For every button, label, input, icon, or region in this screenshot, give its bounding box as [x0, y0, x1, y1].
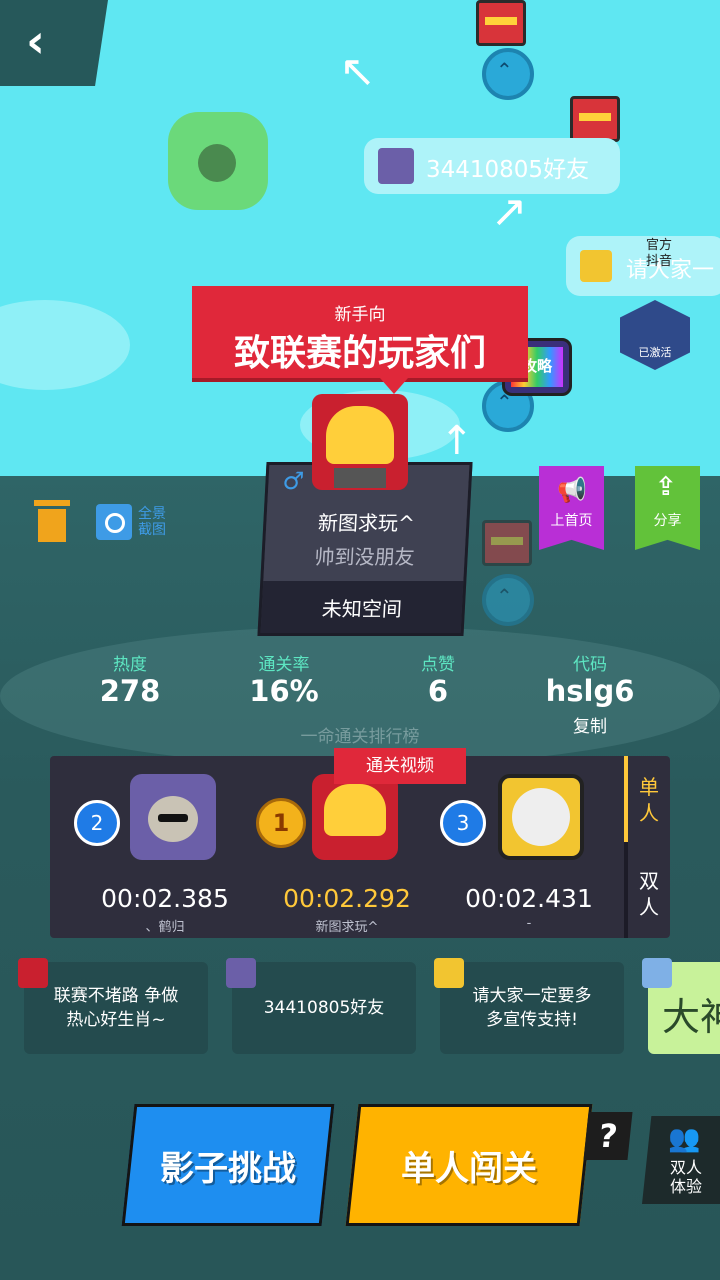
clear-video-button[interactable]: 通关视频: [334, 748, 466, 784]
player-avatar[interactable]: [130, 774, 216, 860]
bush-enemy: [168, 112, 268, 210]
camera-icon[interactable]: [96, 504, 132, 540]
tnt-box-icon: [570, 96, 620, 142]
avatar: [642, 958, 672, 988]
duo-trial-label: 双人 体验: [669, 1158, 702, 1196]
rank-player-name: -: [526, 916, 532, 931]
banner-subtitle: 新手向: [334, 305, 386, 325]
comment-card[interactable]: 联赛不堵路 争做 热心好生肖~: [24, 962, 208, 1054]
level-location: 未知空间: [321, 597, 403, 621]
homepage-button[interactable]: 📢 上首页: [539, 466, 604, 550]
stat-like-value[interactable]: 6: [388, 674, 488, 708]
banner-title: 致联赛的玩家们: [233, 333, 486, 374]
rank-badge: 3: [440, 800, 486, 846]
banner-pointer: [380, 378, 408, 394]
comment-card[interactable]: 请大家一定要多 多宣传支持!: [440, 962, 624, 1054]
official-bubble[interactable]: 请大家一 官方 抖音: [566, 236, 720, 296]
leaderboard-panel: 2 00:02.385 、鹤归 1 通关视频 00:02.292 新图求玩^ 3…: [50, 748, 670, 938]
avatar: [434, 958, 464, 988]
level-title-banner: 新手向 致联赛的玩家们: [192, 286, 528, 378]
megaphone-icon: 📢: [557, 476, 587, 504]
rank-time: 00:02.385: [101, 884, 229, 913]
map-pin-icon: ⌃: [482, 574, 534, 626]
activated-label: 已激活: [638, 346, 672, 359]
stat-pass-value: 16%: [249, 674, 319, 708]
back-button[interactable]: ‹: [0, 0, 108, 86]
rank-player-name: 新图求玩^: [315, 920, 379, 935]
share-button[interactable]: ⇪ 分享: [635, 466, 700, 550]
share-label: 分享: [653, 513, 682, 529]
panorama-label[interactable]: 全景 截图: [138, 506, 166, 538]
male-icon: ♂: [281, 467, 305, 495]
avatar: [378, 148, 414, 184]
help-button[interactable]: ?: [583, 1112, 633, 1160]
official-label: 官方 抖音: [646, 238, 673, 269]
shadow-challenge-label: 影子挑战: [160, 1148, 296, 1189]
stat-pass-label: 通关率: [258, 655, 310, 675]
player-avatar[interactable]: [498, 774, 584, 860]
friend-bubble[interactable]: 34410805好友: [364, 138, 620, 194]
arrow-up-left-icon: ↑: [327, 42, 390, 105]
rank-time: 00:02.292: [283, 884, 411, 913]
tab-single[interactable]: 单人: [634, 774, 664, 826]
share-icon: ⇪: [655, 472, 677, 502]
gold-rank-badge: 1: [256, 798, 306, 848]
active-tab-indicator: [624, 756, 628, 842]
player-avatar[interactable]: [312, 774, 398, 860]
stat-heat-value: 278: [99, 674, 161, 708]
stat-code-label: 代码: [573, 655, 607, 675]
two-people-icon: 👥: [668, 1124, 701, 1154]
avatar: [580, 250, 612, 282]
stat-code-value: hslg6: [545, 674, 635, 708]
homepage-label: 上首页: [550, 513, 593, 529]
spiral-face-icon: [198, 144, 236, 182]
map-pin-icon[interactable]: ⌃: [482, 48, 534, 100]
single-play-button[interactable]: 单人闯关: [345, 1104, 593, 1226]
author-avatar: [312, 394, 408, 490]
copy-code-link[interactable]: 复制: [540, 712, 640, 737]
avatar: [18, 958, 48, 988]
tnt-box-icon: [482, 520, 532, 566]
rank-player-name: 、鹤归: [145, 920, 185, 935]
avatar: [226, 958, 256, 988]
rank-badge: 2: [74, 800, 120, 846]
chevron-left-icon: ‹: [26, 14, 45, 68]
stat-like-label: 点赞: [421, 655, 455, 675]
author-name: 新图求玩^: [317, 511, 416, 535]
comment-card[interactable]: 34410805好友: [232, 962, 416, 1054]
cloud: [0, 300, 130, 390]
activated-badge[interactable]: 已激活: [620, 300, 690, 370]
arrow-up-icon: ↑: [440, 418, 474, 464]
stat-heat-label: 热度: [113, 655, 147, 675]
shadow-challenge-button[interactable]: 影子挑战: [121, 1104, 335, 1226]
tab-duo[interactable]: 双人: [634, 868, 664, 920]
single-play-label: 单人闯关: [401, 1148, 537, 1189]
author-slogan: 帅到没朋友: [313, 545, 416, 569]
friend-bubble-label: 34410805好友: [426, 157, 590, 183]
leaderboard-title: 一命通关排行榜: [300, 727, 420, 747]
tnt-box-icon: [476, 0, 526, 46]
comment-text: 大神: [662, 995, 720, 1039]
rank-time: 00:02.431: [465, 884, 593, 913]
duo-trial-button[interactable]: 👥 双人 体验: [642, 1116, 720, 1204]
trash-icon[interactable]: [34, 500, 70, 542]
